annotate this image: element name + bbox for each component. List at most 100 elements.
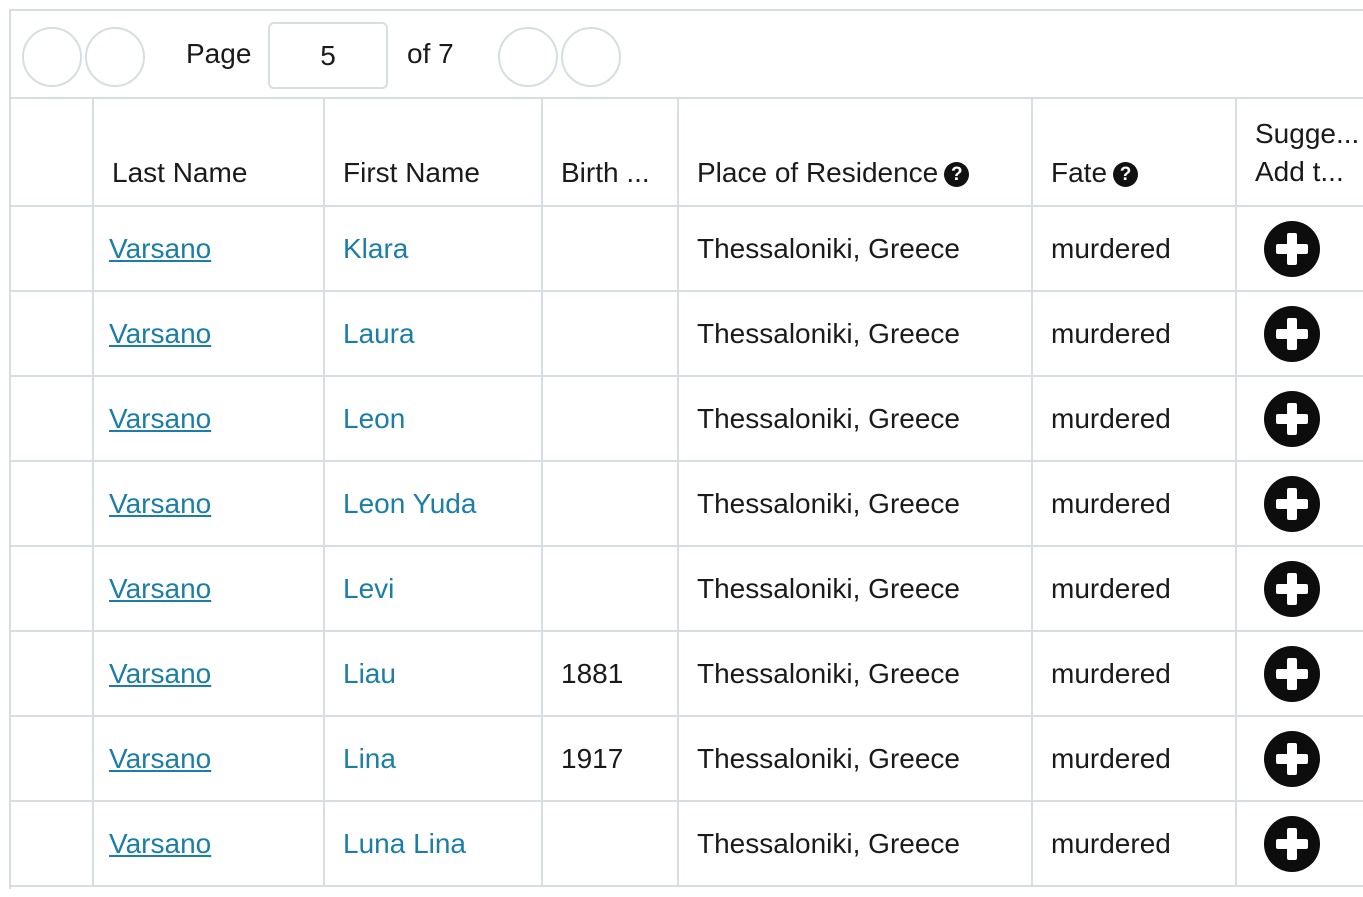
residence-cell: Thessaloniki, Greece: [679, 632, 1033, 717]
plus-circle-icon[interactable]: [1264, 476, 1320, 532]
row-spacer-cell: [11, 292, 94, 377]
last-name-link[interactable]: Varsano: [109, 656, 211, 692]
header-last-name-label: Last Name: [112, 157, 248, 188]
plus-circle-icon[interactable]: [1264, 306, 1320, 362]
suggest-cell: [1237, 802, 1363, 887]
header-fate-wrap: Fate?: [1051, 155, 1139, 191]
header-suggest: Sugge... Add t...: [1237, 99, 1363, 207]
last-name-link[interactable]: Varsano: [109, 316, 211, 352]
residence-text: Thessaloniki, Greece: [697, 573, 961, 604]
plus-circle-icon[interactable]: [1264, 221, 1320, 277]
last-name-link[interactable]: Varsano: [109, 826, 211, 862]
residence-text: Thessaloniki, Greece: [697, 828, 961, 859]
first-name-link[interactable]: Klara: [343, 231, 408, 267]
header-fate-label: Fate: [1051, 157, 1108, 188]
prev-page-button[interactable]: [85, 27, 145, 87]
birth-cell: [543, 547, 679, 632]
first-name-link[interactable]: Leon Yuda: [343, 486, 476, 522]
first-name-cell: Levi: [325, 547, 543, 632]
next-page-button[interactable]: [498, 27, 558, 87]
fate-cell: murdered: [1033, 292, 1237, 377]
birth-cell: [543, 802, 679, 887]
last-name-cell: Varsano: [94, 207, 325, 292]
residence-cell: Thessaloniki, Greece: [679, 292, 1033, 377]
residence-text: Thessaloniki, Greece: [697, 658, 961, 689]
last-page-button[interactable]: [561, 27, 621, 87]
last-name-cell: Varsano: [94, 632, 325, 717]
header-suggest-line1: Sugge...: [1255, 118, 1360, 149]
first-name-cell: Liau: [325, 632, 543, 717]
residence-text: Thessaloniki, Greece: [697, 233, 961, 264]
residence-cell: Thessaloniki, Greece: [679, 207, 1033, 292]
results-table-container: Page of 7 Last Name First Name Birth ...…: [9, 9, 1363, 889]
plus-circle-icon[interactable]: [1264, 731, 1320, 787]
header-residence-wrap: Place of Residence?: [697, 155, 970, 191]
header-last-name[interactable]: Last Name: [94, 99, 325, 207]
page-count-label: of 7: [407, 38, 454, 69]
row-spacer-cell: [11, 462, 94, 547]
first-name-cell: Lina: [325, 717, 543, 802]
header-birth[interactable]: Birth ...: [543, 99, 679, 207]
first-name-cell: Leon Yuda: [325, 462, 543, 547]
header-suggest-line2: Add t...: [1255, 156, 1344, 187]
residence-text: Thessaloniki, Greece: [697, 403, 961, 434]
question-circle-icon[interactable]: ?: [944, 162, 970, 187]
first-name-link[interactable]: Laura: [343, 316, 415, 352]
header-birth-label: Birth ...: [561, 157, 650, 188]
last-name-cell: Varsano: [94, 292, 325, 377]
plus-circle-icon[interactable]: [1264, 561, 1320, 617]
header-residence[interactable]: Place of Residence?: [679, 99, 1033, 207]
last-name-link[interactable]: Varsano: [109, 571, 211, 607]
birth-cell: 1881: [543, 632, 679, 717]
question-circle-icon[interactable]: ?: [1113, 162, 1139, 187]
fate-text: murdered: [1051, 403, 1171, 434]
row-spacer-cell: [11, 547, 94, 632]
last-name-link[interactable]: Varsano: [109, 401, 211, 437]
fate-text: murdered: [1051, 233, 1171, 264]
residence-cell: Thessaloniki, Greece: [679, 802, 1033, 887]
first-name-link[interactable]: Liau: [343, 656, 396, 692]
plus-circle-icon[interactable]: [1264, 816, 1320, 872]
first-name-cell: Luna Lina: [325, 802, 543, 887]
fate-cell: murdered: [1033, 717, 1237, 802]
page-number-input[interactable]: [268, 22, 388, 89]
plus-circle-icon[interactable]: [1264, 391, 1320, 447]
residence-cell: Thessaloniki, Greece: [679, 547, 1033, 632]
header-first-name[interactable]: First Name: [325, 99, 543, 207]
row-spacer-cell: [11, 207, 94, 292]
first-page-button[interactable]: [22, 27, 82, 87]
header-fate[interactable]: Fate?: [1033, 99, 1237, 207]
first-name-cell: Leon: [325, 377, 543, 462]
suggest-cell: [1237, 717, 1363, 802]
residence-cell: Thessaloniki, Greece: [679, 717, 1033, 802]
pagination-bar: Page of 7: [11, 11, 1363, 99]
residence-text: Thessaloniki, Greece: [697, 743, 961, 774]
first-name-link[interactable]: Lina: [343, 741, 396, 777]
fate-cell: murdered: [1033, 632, 1237, 717]
suggest-cell: [1237, 292, 1363, 377]
first-name-link[interactable]: Luna Lina: [343, 826, 466, 862]
fate-text: murdered: [1051, 828, 1171, 859]
header-suggest-wrap: Sugge... Add t...: [1255, 115, 1359, 191]
fate-text: murdered: [1051, 658, 1171, 689]
birth-cell: [543, 207, 679, 292]
last-name-link[interactable]: Varsano: [109, 486, 211, 522]
row-spacer-cell: [11, 802, 94, 887]
last-name-link[interactable]: Varsano: [109, 231, 211, 267]
fate-cell: murdered: [1033, 462, 1237, 547]
fate-cell: murdered: [1033, 207, 1237, 292]
plus-circle-icon[interactable]: [1264, 646, 1320, 702]
page-label: Page: [186, 38, 252, 69]
suggest-cell: [1237, 462, 1363, 547]
birth-year: 1917: [561, 743, 624, 774]
fate-text: murdered: [1051, 488, 1171, 519]
row-spacer-cell: [11, 377, 94, 462]
suggest-cell: [1237, 632, 1363, 717]
row-spacer-cell: [11, 632, 94, 717]
row-spacer-cell: [11, 717, 94, 802]
last-name-cell: Varsano: [94, 547, 325, 632]
first-name-link[interactable]: Levi: [343, 571, 394, 607]
birth-year: 1881: [561, 658, 624, 689]
first-name-link[interactable]: Leon: [343, 401, 405, 437]
last-name-link[interactable]: Varsano: [109, 741, 211, 777]
